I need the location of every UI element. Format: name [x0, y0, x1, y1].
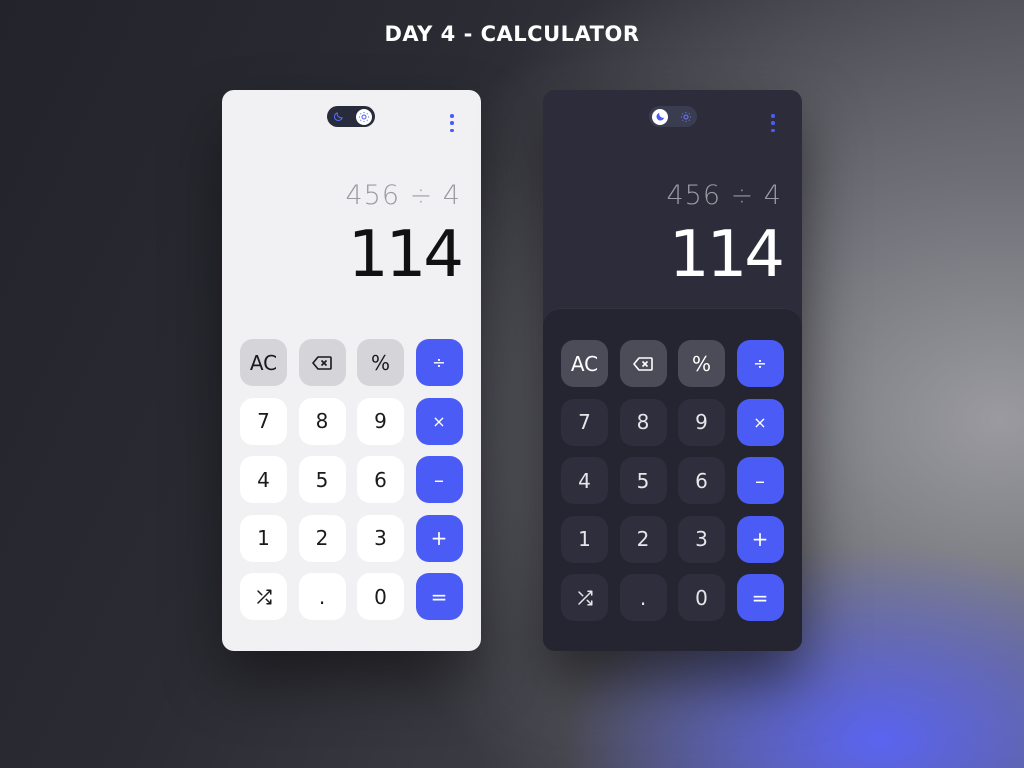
- moon-icon: [652, 108, 668, 125]
- equals-button[interactable]: =: [736, 574, 784, 621]
- more-vertical-icon[interactable]: [447, 114, 457, 132]
- key-2[interactable]: 2: [619, 515, 667, 563]
- backspace-button[interactable]: [298, 339, 346, 386]
- key-5[interactable]: 5: [619, 457, 667, 504]
- clear-button[interactable]: AC: [561, 340, 608, 387]
- equals-button[interactable]: =: [415, 573, 463, 620]
- key-2[interactable]: 2: [298, 514, 346, 562]
- expression-display: 456 ÷ 4: [345, 180, 461, 211]
- plus-button[interactable]: +: [736, 515, 784, 563]
- key-1[interactable]: 1: [561, 515, 608, 563]
- clear-button[interactable]: AC: [240, 339, 287, 386]
- sun-icon: [356, 108, 372, 125]
- light-calculator: 456 ÷ 4 114 AC % ÷ 7 8 9 × 4 5 6 – 1 2 3…: [222, 90, 481, 651]
- dark-calculator: 456 ÷ 4 114 AC % ÷ 7 8 9 × 4 5 6 – 1 2 3…: [543, 90, 802, 651]
- key-3[interactable]: 3: [357, 514, 404, 562]
- key-6[interactable]: 6: [678, 457, 725, 504]
- shuffle-button[interactable]: [561, 574, 608, 621]
- shuffle-icon: [256, 589, 271, 604]
- backspace-icon: [633, 356, 653, 371]
- plus-button[interactable]: +: [415, 514, 463, 562]
- percent-button[interactable]: %: [357, 339, 404, 386]
- key-1[interactable]: 1: [240, 514, 287, 562]
- key-5[interactable]: 5: [298, 456, 346, 503]
- key-8[interactable]: 8: [619, 398, 667, 446]
- key-4[interactable]: 4: [240, 456, 287, 503]
- key-0[interactable]: 0: [357, 573, 404, 620]
- keypad: AC % ÷ 7 8 9 × 4 5 6 – 1 2 3 + . 0 =: [222, 308, 481, 651]
- multiply-button[interactable]: ×: [415, 397, 463, 445]
- key-9[interactable]: 9: [678, 398, 725, 446]
- shuffle-icon: [577, 590, 592, 605]
- decimal-button[interactable]: .: [619, 574, 667, 621]
- theme-toggle[interactable]: [327, 106, 375, 127]
- key-9[interactable]: 9: [357, 397, 404, 445]
- page-title: DAY 4 - CALCULATOR: [384, 22, 640, 46]
- result-display: 114: [668, 218, 785, 292]
- shuffle-button[interactable]: [240, 573, 287, 620]
- more-vertical-icon[interactable]: [768, 114, 778, 132]
- theme-toggle[interactable]: [649, 106, 697, 127]
- divide-button[interactable]: ÷: [415, 339, 463, 386]
- key-6[interactable]: 6: [357, 456, 404, 503]
- key-0[interactable]: 0: [678, 574, 725, 621]
- key-7[interactable]: 7: [561, 398, 608, 446]
- divide-button[interactable]: ÷: [736, 340, 784, 387]
- minus-button[interactable]: –: [736, 457, 784, 504]
- moon-icon: [330, 109, 346, 125]
- decimal-button[interactable]: .: [298, 573, 346, 620]
- sun-icon: [678, 109, 694, 125]
- backspace-button[interactable]: [619, 340, 667, 387]
- minus-button[interactable]: –: [415, 456, 463, 503]
- key-4[interactable]: 4: [561, 457, 608, 504]
- key-7[interactable]: 7: [240, 397, 287, 445]
- backspace-icon: [312, 355, 332, 370]
- percent-button[interactable]: %: [678, 340, 725, 387]
- key-8[interactable]: 8: [298, 397, 346, 445]
- keypad: AC % ÷ 7 8 9 × 4 5 6 – 1 2 3 + . 0 =: [543, 308, 802, 651]
- expression-display: 456 ÷ 4: [666, 180, 782, 211]
- result-display: 114: [347, 218, 464, 292]
- multiply-button[interactable]: ×: [736, 398, 784, 446]
- key-3[interactable]: 3: [678, 515, 725, 563]
